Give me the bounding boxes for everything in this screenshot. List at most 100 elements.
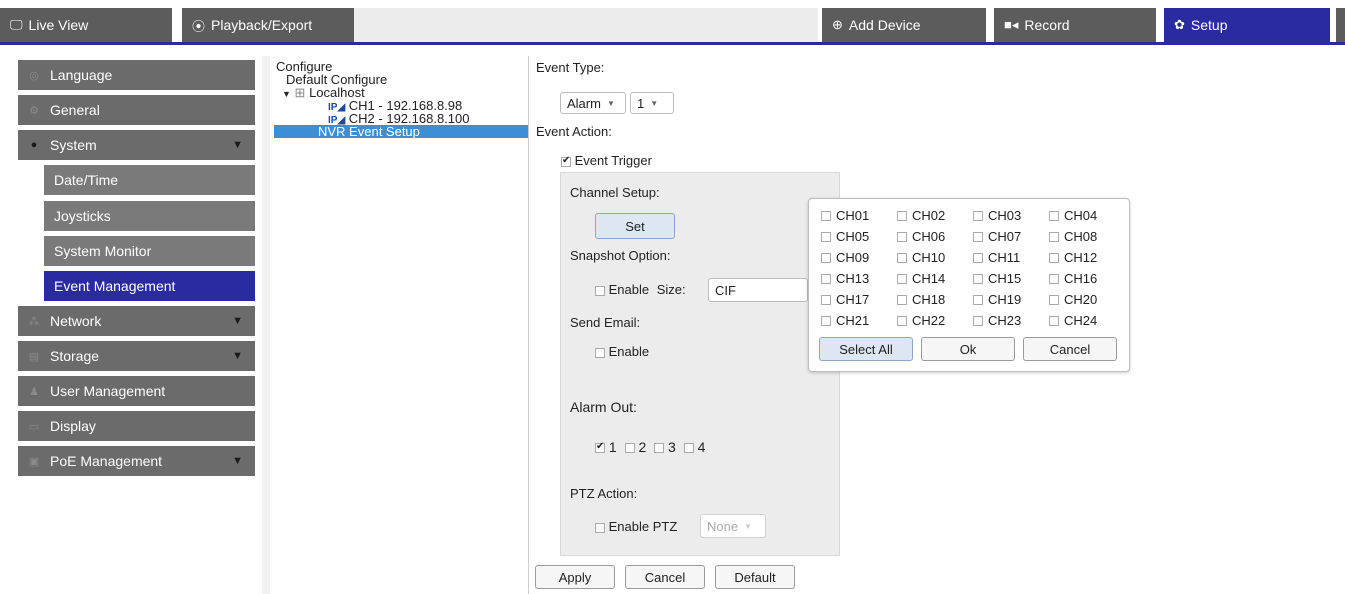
checkbox[interactable] [1049,252,1059,263]
sidebar-item-general[interactable]: ⚙ General [18,95,255,125]
checkbox[interactable] [595,522,605,533]
select-all-button[interactable]: Select All [819,337,913,361]
tab-record[interactable]: ■◂ Record [994,8,1156,42]
checkbox[interactable] [1049,294,1059,305]
channel-checkbox[interactable]: CH18 [897,292,945,307]
channel-checkbox[interactable]: CH24 [1049,313,1097,328]
channel-checkbox[interactable]: CH05 [821,229,869,244]
ok-button[interactable]: Ok [921,337,1015,361]
channel-checkbox[interactable]: CH22 [897,313,945,328]
checkbox[interactable] [973,294,983,305]
event-type-select[interactable]: Alarm ▼ [560,92,626,114]
sidebar-item-poe-management[interactable]: ▣ PoE Management ▼ [18,446,255,476]
checkbox[interactable] [973,315,983,326]
tab-playback-export[interactable]: ⦿ Playback/Export [182,8,354,42]
tab-live-view[interactable]: 🖵 Live View [0,8,172,42]
checkbox[interactable] [561,155,571,167]
channel-checkbox[interactable]: CH21 [821,313,869,328]
tab-label: Playback/Export [211,17,313,33]
channel-checkbox[interactable]: CH09 [821,250,869,265]
channel-checkbox[interactable]: CH08 [1049,229,1097,244]
checkbox[interactable] [897,294,907,305]
tab-setup[interactable]: ✿ Setup [1164,8,1330,42]
checkbox[interactable] [897,210,907,221]
apply-button[interactable]: Apply [535,565,615,589]
channel-checkbox[interactable]: CH14 [897,271,945,286]
channel-checkbox[interactable]: CH20 [1049,292,1097,307]
sidebar-item-user-management[interactable]: ♟ User Management [18,376,255,406]
event-action-label: Event Action: [536,124,612,139]
popup-cancel-button[interactable]: Cancel [1023,337,1117,361]
channel-checkbox[interactable]: CH19 [973,292,1021,307]
checkbox[interactable] [821,273,831,284]
ptz-enable-checkbox[interactable]: Enable PTZ [595,519,677,534]
sidebar-subitem-joysticks[interactable]: Joysticks [44,201,255,231]
alarm-out-label-3: 3 [668,439,676,455]
sidebar-item-display[interactable]: ▭ Display [18,411,255,441]
alarm-out-2-checkbox[interactable] [624,443,635,454]
channel-checkbox[interactable]: CH15 [973,271,1021,286]
alarm-out-3-checkbox[interactable] [654,443,665,454]
sidebar-subitem-event-management[interactable]: Event Management [44,271,255,301]
channel-checkbox[interactable]: CH17 [821,292,869,307]
channel-checkbox[interactable]: CH03 [973,208,1021,223]
checkbox[interactable] [821,210,831,221]
tab-add-device[interactable]: ⊕ Add Device [822,8,986,42]
sidebar-subitem-system-monitor[interactable]: System Monitor [44,236,255,266]
grid-icon: ⊞ [294,85,306,100]
channel-checkbox[interactable]: CH11 [973,250,1020,265]
snapshot-enable-checkbox[interactable]: Enable Size: [595,282,686,297]
channel-checkbox[interactable]: CH23 [973,313,1021,328]
checkbox[interactable] [897,231,907,242]
sidebar-item-storage[interactable]: ▤ Storage ▼ [18,341,255,371]
select-value: Alarm [567,95,601,111]
channel-checkbox[interactable]: CH13 [821,271,869,286]
cancel-button[interactable]: Cancel [625,565,705,589]
channel-checkbox[interactable]: CH04 [1049,208,1097,223]
checkbox[interactable] [1049,315,1059,326]
event-trigger-checkbox[interactable]: Event Trigger [561,153,652,168]
checkbox[interactable] [595,347,605,358]
sidebar-item-network[interactable]: ⁂ Network ▼ [18,306,255,336]
checkbox[interactable] [595,285,605,296]
channel-checkbox[interactable]: CH16 [1049,271,1097,286]
channel-checkbox[interactable]: CH02 [897,208,945,223]
checkbox[interactable] [897,315,907,326]
checkbox[interactable] [1049,210,1059,221]
ptz-select[interactable]: None ▼ [700,514,766,538]
sidebar-subitem-date-time[interactable]: Date/Time [44,165,255,195]
channel-checkbox[interactable]: CH12 [1049,250,1097,265]
event-number-select[interactable]: 1 ▼ [630,92,674,114]
set-channel-button[interactable]: Set [595,213,675,239]
channel-label: CH04 [1064,208,1098,223]
channel-checkbox[interactable]: CH07 [973,229,1021,244]
checkbox[interactable] [1049,231,1059,242]
checkbox[interactable] [973,273,983,284]
alarm-out-4-checkbox[interactable] [683,443,694,454]
snapshot-size-select[interactable]: CIF [708,278,808,302]
expand-arrow-icon: ▼ [232,315,243,327]
tree-divider [528,56,529,594]
email-enable-checkbox[interactable]: Enable [595,344,649,359]
channel-checkbox[interactable]: CH10 [897,250,945,265]
checkbox[interactable] [821,252,831,263]
sidebar-item-system[interactable]: ● System ▼ [18,130,255,160]
channel-label: CH02 [912,208,946,223]
checkbox[interactable] [821,231,831,242]
checkbox[interactable] [897,252,907,263]
tree-item-nvr-event-setup[interactable]: NVR Event Setup [274,125,528,138]
checkbox[interactable] [973,210,983,221]
channel-checkbox[interactable]: CH06 [897,229,945,244]
checkbox[interactable] [973,252,983,263]
checkbox[interactable] [1049,273,1059,284]
configure-tree: Configure Default Configure ▼ ⊞ Localhos… [274,60,528,138]
collapse-arrow-icon[interactable]: ▼ [282,89,291,99]
default-button[interactable]: Default [715,565,795,589]
checkbox[interactable] [973,231,983,242]
checkbox[interactable] [821,315,831,326]
channel-checkbox[interactable]: CH01 [821,208,869,223]
alarm-out-1-checkbox[interactable] [595,441,605,454]
checkbox[interactable] [897,273,907,284]
checkbox[interactable] [821,294,831,305]
sidebar-item-language[interactable]: ◎ Language [18,60,255,90]
